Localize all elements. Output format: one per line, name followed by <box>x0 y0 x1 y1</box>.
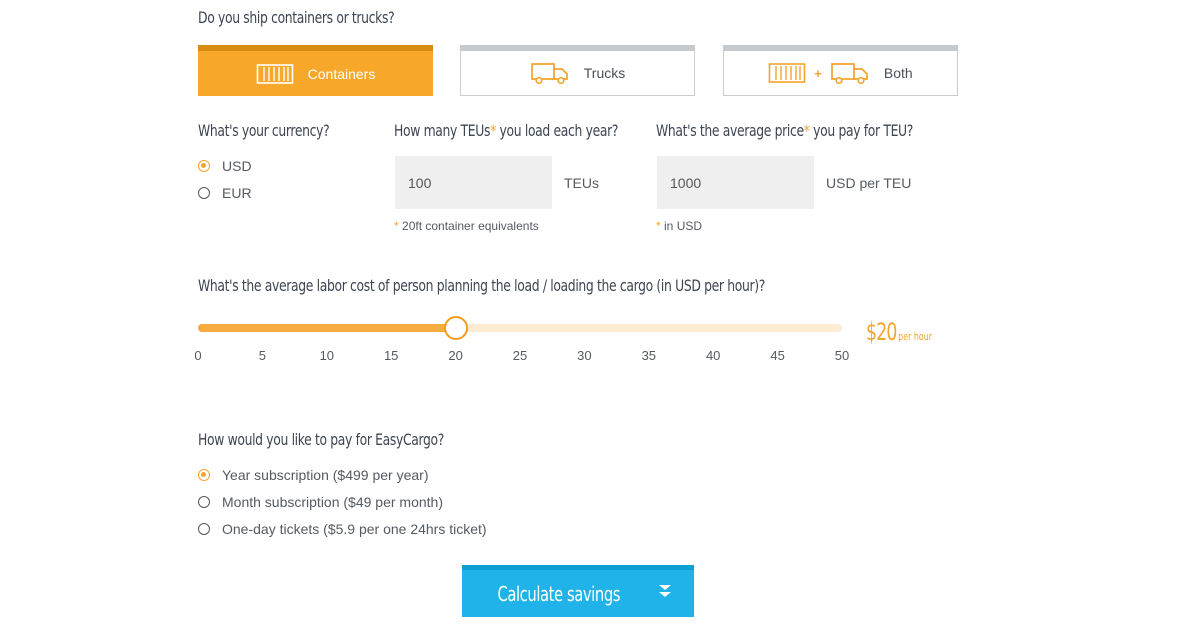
slider-tick-label: 5 <box>258 348 267 363</box>
tab-label: Trucks <box>583 65 626 81</box>
tab-containers[interactable]: Containers <box>198 45 433 96</box>
note-asterisk: * <box>656 219 661 233</box>
slider-tick-label: 50 <box>834 348 850 363</box>
slider-tick-label: 30 <box>577 348 592 363</box>
labor-value-unit: per hour <box>898 330 932 343</box>
radio-label: EUR <box>222 185 252 201</box>
price-note: * in USD <box>656 219 702 233</box>
truck-icon <box>830 61 870 85</box>
radio-unselected-icon <box>198 523 210 535</box>
question-text: What's the average price <box>656 121 804 140</box>
calculate-savings-button[interactable]: Calculate savings <box>462 565 694 617</box>
question-text: How many TEUs <box>394 121 491 140</box>
labor-value-display: $20 per hour <box>866 318 932 346</box>
ship-question: Do you ship containers or trucks? <box>198 8 395 27</box>
radio-label: USD <box>222 158 252 174</box>
container-icon <box>256 63 294 85</box>
tab-trucks[interactable]: Trucks <box>460 45 695 96</box>
tab-label: Containers <box>307 65 376 82</box>
radio-label: One-day tickets ($5.9 per one 24hrs tick… <box>222 521 487 537</box>
slider-tick-label: 10 <box>319 348 335 363</box>
truck-icon <box>530 61 570 85</box>
note-text: 20ft container equivalents <box>402 219 539 233</box>
question-text: you pay for TEU? <box>809 121 913 140</box>
plus-sign: + <box>814 65 822 81</box>
slider-tick-label: 0 <box>194 348 202 363</box>
radio-label: Month subscription ($49 per month) <box>222 494 443 510</box>
question-text: you load each year? <box>495 121 619 140</box>
slider-tick-label: 35 <box>641 348 657 363</box>
labor-question: What's the average labor cost of person … <box>198 276 765 295</box>
currency-eur-radio[interactable]: EUR <box>198 185 252 201</box>
payment-question: How would you like to pay for EasyCargo? <box>198 430 445 449</box>
note-text: in USD <box>664 219 703 233</box>
tab-both[interactable]: + Both <box>723 45 958 96</box>
price-unit: USD per TEU <box>826 175 912 191</box>
radio-selected-icon <box>198 469 210 481</box>
slider-tick-label: 25 <box>512 348 528 363</box>
slider-tick-label: 20 <box>448 348 463 363</box>
calculate-label: Calculate savings <box>497 581 621 606</box>
teus-unit: TEUs <box>564 175 599 191</box>
slider-tick-label: 15 <box>383 348 399 363</box>
radio-unselected-icon <box>198 496 210 508</box>
tab-label: Both <box>883 65 913 81</box>
payment-year-radio[interactable]: Year subscription ($499 per year) <box>198 467 429 483</box>
note-asterisk: * <box>394 219 399 233</box>
container-icon <box>768 62 806 84</box>
radio-label: Year subscription ($499 per year) <box>222 467 429 483</box>
teus-question: How many TEUs* you load each year? <box>394 121 618 140</box>
labor-slider-handle[interactable] <box>443 316 468 340</box>
teus-input[interactable] <box>395 156 552 209</box>
currency-question: What's your currency? <box>198 121 330 140</box>
slider-tick-label: 45 <box>770 348 785 363</box>
currency-usd-radio[interactable]: USD <box>198 158 252 174</box>
radio-selected-icon <box>198 160 210 172</box>
labor-slider-track[interactable] <box>198 316 842 340</box>
labor-value: $20 <box>866 318 897 346</box>
payment-day-radio[interactable]: One-day tickets ($5.9 per one 24hrs tick… <box>198 521 487 537</box>
price-question: What's the average price* you pay for TE… <box>656 121 913 140</box>
price-input[interactable] <box>657 156 814 209</box>
radio-unselected-icon <box>198 187 210 199</box>
payment-month-radio[interactable]: Month subscription ($49 per month) <box>198 494 443 510</box>
labor-slider-fill <box>198 324 456 332</box>
slider-tick-label: 40 <box>705 348 721 363</box>
teus-note: * 20ft container equivalents <box>394 219 539 233</box>
double-chevron-down-icon <box>658 583 672 604</box>
